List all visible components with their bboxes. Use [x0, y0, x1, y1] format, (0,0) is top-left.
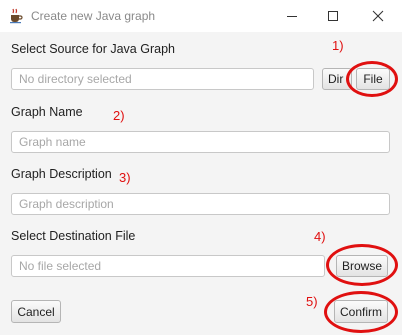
annotation-2: 2): [113, 108, 125, 123]
annotation-ring-file: [346, 61, 398, 97]
cancel-button[interactable]: Cancel: [11, 300, 61, 323]
maximize-icon: [328, 11, 338, 21]
close-button[interactable]: [356, 0, 400, 32]
window-title: Create new Java graph: [31, 9, 156, 23]
destination-file-input[interactable]: [12, 256, 324, 276]
maximize-button[interactable]: [311, 0, 355, 32]
graph-description-input[interactable]: [12, 194, 389, 214]
title-bar: Create new Java graph: [0, 0, 402, 32]
annotation-5: 5): [306, 294, 318, 309]
java-coffee-cup-icon: [10, 8, 23, 24]
graph-description-label: Graph Description: [11, 167, 112, 181]
graph-name-input[interactable]: [12, 132, 389, 152]
source-directory-field[interactable]: [11, 68, 314, 90]
minimize-button[interactable]: [270, 0, 314, 32]
source-directory-input[interactable]: [12, 69, 313, 89]
destination-label: Select Destination File: [11, 229, 136, 243]
dialog-content: Select Source for Java Graph 1) Dir File…: [0, 32, 402, 335]
annotation-ring-browse: [326, 244, 398, 286]
annotation-ring-confirm: [324, 291, 398, 333]
minimize-icon: [287, 16, 297, 17]
source-label: Select Source for Java Graph: [11, 42, 175, 56]
annotation-4: 4): [314, 229, 326, 244]
graph-name-label: Graph Name: [11, 105, 83, 119]
close-icon: [372, 10, 384, 22]
annotation-3: 3): [119, 170, 131, 185]
graph-name-field[interactable]: [11, 131, 390, 153]
annotation-1: 1): [332, 38, 344, 53]
destination-file-field[interactable]: [11, 255, 325, 277]
graph-description-field[interactable]: [11, 193, 390, 215]
